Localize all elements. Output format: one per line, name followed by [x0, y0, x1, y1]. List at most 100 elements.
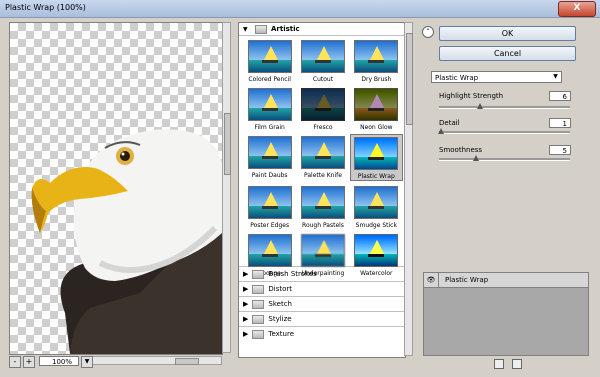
filter-thumb[interactable]: Paint Daubs	[243, 134, 296, 181]
slider-knob[interactable]	[438, 128, 444, 134]
filter-label: Watercolor	[360, 270, 393, 277]
filter-select-value: Plastic Wrap	[435, 74, 479, 82]
slider-knob[interactable]	[477, 103, 483, 109]
filter-preview-image	[247, 40, 292, 73]
filter-preview-image	[247, 234, 292, 267]
category-stylize[interactable]: ▶ Stylize	[239, 311, 405, 326]
category-artistic[interactable]: ▼ Artistic	[239, 23, 405, 36]
filter-thumb[interactable]: Neon Glow	[350, 86, 403, 131]
window-title: Plastic Wrap (100%)	[5, 3, 86, 12]
filter-label: Rough Pastels	[302, 222, 344, 229]
zoom-value[interactable]: 100%	[39, 356, 79, 366]
chevron-down-icon: ▼	[243, 25, 248, 33]
filter-preview-image	[300, 136, 345, 169]
chevron-right-icon: ▶	[243, 285, 249, 293]
category-label: Stylize	[268, 315, 292, 323]
highlight-strength-slider[interactable]	[439, 103, 570, 109]
trash-icon[interactable]	[512, 359, 522, 369]
close-button[interactable]: X	[558, 1, 596, 17]
category-sketch[interactable]: ▶ Sketch	[239, 296, 405, 311]
filter-thumb[interactable]: Film Grain	[243, 86, 296, 131]
smoothness-label: Smoothness	[439, 146, 483, 154]
scroll-thumb[interactable]	[224, 113, 231, 175]
filter-thumb[interactable]: Watercolor	[350, 232, 403, 277]
detail-label: Detail	[439, 119, 460, 127]
filter-preview-image	[354, 40, 399, 73]
filter-label: Cutout	[312, 76, 334, 83]
filter-preview-image	[354, 186, 399, 219]
title-bar: Plastic Wrap (100%) X	[0, 0, 600, 18]
new-effect-layer-icon[interactable]	[494, 359, 504, 369]
category-distort[interactable]: ▶ Distort	[239, 281, 405, 296]
preview-horizontal-scrollbar[interactable]	[90, 356, 222, 365]
detail-slider[interactable]	[438, 128, 570, 134]
filter-thumb[interactable]: Palette Knife	[296, 134, 349, 181]
scroll-thumb[interactable]	[175, 358, 199, 365]
filter-preview-image	[354, 137, 399, 170]
filter-label: Poster Edges	[250, 222, 290, 229]
filter-label: Fresco	[313, 124, 333, 131]
filter-select[interactable]: Plastic Wrap ▼	[431, 71, 562, 83]
chevron-right-icon: ▶	[243, 270, 249, 278]
filter-label: Plastic Wrap	[357, 173, 395, 180]
filter-thumb[interactable]: Smudge Stick	[350, 184, 403, 229]
filter-thumb[interactable]: Dry Brush	[350, 38, 403, 83]
chevron-down-icon[interactable]: ▼	[81, 356, 93, 368]
eagle-image	[31, 129, 222, 354]
preview-canvas[interactable]	[9, 22, 223, 355]
gallery-scrollbar[interactable]	[404, 22, 413, 356]
filter-label: Film Grain	[254, 124, 285, 131]
folder-icon	[252, 269, 265, 279]
chevron-right-icon: ▶	[243, 330, 249, 338]
filter-label: Colored Pencil	[248, 76, 291, 83]
filter-thumb[interactable]: Rough Pastels	[296, 184, 349, 229]
filter-preview-image	[354, 88, 399, 121]
filter-thumb[interactable]: Cutout	[296, 38, 349, 83]
zoom-in-button[interactable]: +	[23, 356, 35, 368]
eye-icon[interactable]: 👁	[424, 273, 439, 287]
folder-icon	[252, 314, 265, 324]
category-label: Brush Strokes	[268, 270, 317, 278]
chevron-right-icon: ▶	[243, 300, 249, 308]
detail-input[interactable]: 1	[549, 118, 571, 128]
filter-preview-image	[300, 186, 345, 219]
collapse-gallery-icon[interactable]: ⌃	[422, 26, 434, 38]
filter-label: Palette Knife	[304, 172, 342, 179]
smoothness-slider[interactable]	[439, 155, 570, 161]
ok-button[interactable]: OK	[439, 26, 576, 41]
filter-label: Neon Glow	[360, 124, 393, 131]
scroll-thumb[interactable]	[406, 33, 413, 125]
smoothness-input[interactable]: 5	[549, 145, 571, 155]
chevron-right-icon: ▶	[243, 315, 249, 323]
highlight-strength-label: Highlight Strength	[439, 92, 504, 100]
filter-preview-image	[354, 234, 399, 267]
category-label: Distort	[268, 285, 293, 293]
folder-icon	[252, 284, 265, 294]
effect-layers-panel: 👁 Plastic Wrap	[423, 272, 589, 356]
category-texture[interactable]: ▶ Texture	[239, 326, 405, 341]
zoom-out-button[interactable]: -	[9, 356, 21, 368]
filter-preview-image	[247, 186, 292, 219]
filter-preview-image	[300, 88, 345, 121]
filter-grid: Colored Pencil Cutout Dry Brush Film Gra…	[239, 36, 405, 277]
chevron-down-icon: ▼	[553, 73, 558, 80]
filter-thumb[interactable]: Poster Edges	[243, 184, 296, 229]
folder-icon	[252, 299, 265, 309]
slider-knob[interactable]	[473, 155, 479, 161]
filter-preview-image	[300, 40, 345, 73]
cancel-button[interactable]: Cancel	[439, 46, 576, 61]
filter-preview-image	[300, 234, 345, 267]
filter-gallery: ▼ Artistic Colored Pencil Cutout Dry Bru…	[238, 22, 406, 358]
folder-icon	[252, 329, 265, 339]
highlight-strength-input[interactable]: 6	[549, 91, 571, 101]
category-label: Sketch	[268, 300, 292, 308]
filter-preview-image	[247, 136, 292, 169]
filter-thumb[interactable]: Colored Pencil	[243, 38, 296, 83]
category-label: Texture	[268, 330, 295, 338]
preview-vertical-scrollbar[interactable]	[222, 22, 231, 353]
effect-layer-label: Plastic Wrap	[445, 276, 489, 284]
filter-preview-image	[247, 88, 292, 121]
filter-thumb-selected[interactable]: Plastic Wrap	[349, 134, 403, 181]
effect-layer[interactable]: 👁 Plastic Wrap	[424, 273, 588, 288]
filter-thumb[interactable]: Fresco	[296, 86, 349, 131]
